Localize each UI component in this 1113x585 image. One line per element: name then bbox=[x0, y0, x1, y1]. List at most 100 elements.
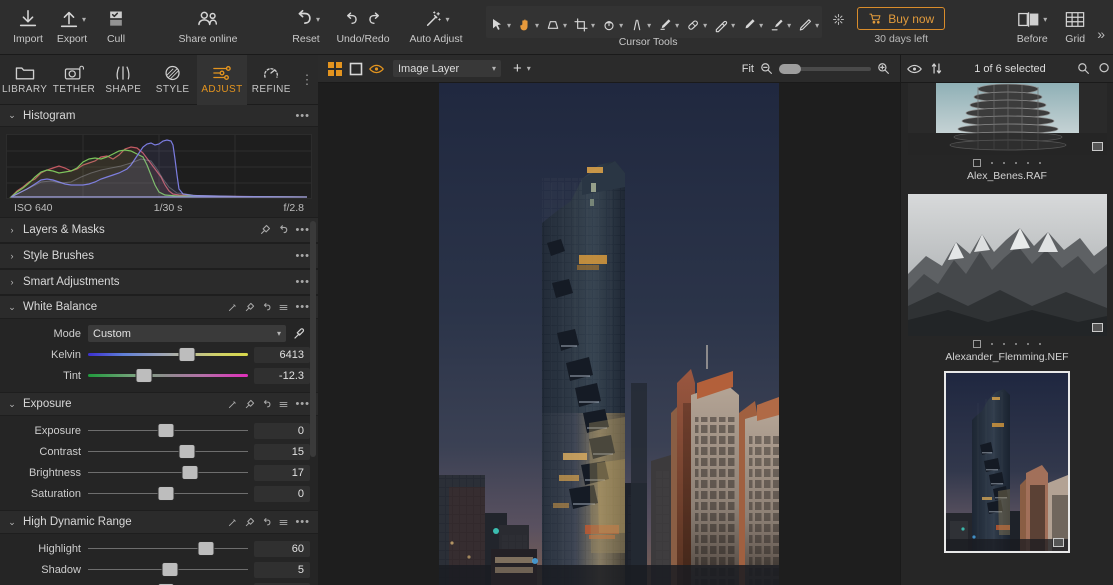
tab-tether[interactable]: TETHER bbox=[49, 55, 98, 105]
search-icon[interactable] bbox=[1077, 62, 1090, 75]
chevron-double-right-icon[interactable]: » bbox=[1093, 6, 1109, 61]
eyedropper-icon[interactable] bbox=[292, 327, 306, 341]
highlight-value[interactable]: 60 bbox=[254, 541, 310, 557]
crop-tool[interactable]: ▾ bbox=[570, 12, 598, 38]
kelvin-knob[interactable] bbox=[180, 348, 195, 361]
reset-button[interactable]: ▾ Reset bbox=[284, 6, 328, 45]
clone-tool[interactable]: ▾ bbox=[710, 12, 738, 38]
wand-icon[interactable] bbox=[227, 517, 238, 528]
tab-library[interactable]: LIBRARY bbox=[0, 55, 49, 105]
menu-icon[interactable] bbox=[278, 399, 289, 410]
wand-icon[interactable] bbox=[227, 399, 238, 410]
metadata-icon[interactable] bbox=[1053, 538, 1064, 547]
section-smart-adjustments[interactable]: › Smart Adjustments ••• bbox=[0, 269, 318, 295]
star-dot[interactable] bbox=[1015, 162, 1017, 164]
metadata-icon[interactable] bbox=[1092, 142, 1103, 151]
vertical-ellipsis-icon[interactable]: ⋮ bbox=[296, 72, 318, 88]
pin-icon[interactable] bbox=[259, 224, 271, 236]
chevron-down-icon[interactable]: ⌄ bbox=[6, 517, 18, 528]
ellipsis-icon[interactable]: ••• bbox=[295, 398, 310, 410]
shadow-knob[interactable] bbox=[162, 563, 177, 576]
keystone-tool[interactable]: ▾ bbox=[542, 12, 570, 38]
erase-mask-tool[interactable]: ▾ bbox=[766, 12, 794, 38]
tint-value[interactable]: -12.3 bbox=[254, 368, 310, 384]
chevron-down-icon[interactable]: ▾ bbox=[527, 64, 531, 73]
star-dot[interactable] bbox=[1015, 343, 1017, 345]
tab-shape[interactable]: SHAPE bbox=[99, 55, 148, 105]
chevron-down-icon[interactable]: ▾ bbox=[563, 21, 567, 30]
star-dot[interactable] bbox=[991, 343, 993, 345]
pan-tool[interactable]: ▾ bbox=[514, 12, 542, 38]
loupe-icon[interactable] bbox=[1098, 62, 1111, 75]
exposure-knob[interactable] bbox=[159, 424, 174, 437]
chevron-right-icon[interactable]: › bbox=[6, 225, 18, 235]
metadata-icon[interactable] bbox=[1092, 323, 1103, 332]
grid-view-icon[interactable] bbox=[326, 60, 343, 77]
draw-mask-tool[interactable]: ▾ bbox=[738, 12, 766, 38]
loupe-icon[interactable] bbox=[828, 6, 849, 32]
tab-adjust[interactable]: ADJUST bbox=[197, 55, 246, 105]
color-tag-checkbox[interactable] bbox=[973, 340, 981, 348]
reset-icon[interactable] bbox=[261, 399, 272, 410]
white-balance-header[interactable]: ⌄ White Balance ••• bbox=[0, 295, 318, 319]
grid-button[interactable]: Grid bbox=[1057, 6, 1093, 45]
star-dot[interactable] bbox=[1003, 343, 1005, 345]
rating-row[interactable] bbox=[973, 159, 1041, 167]
undo-redo-button[interactable]: Undo/Redo bbox=[328, 6, 398, 45]
tab-refine[interactable]: REFINE bbox=[247, 55, 296, 105]
exposure-value[interactable]: 0 bbox=[254, 423, 310, 439]
layer-select[interactable]: Image Layer ▾ bbox=[393, 60, 501, 77]
buy-now-button[interactable]: Buy now bbox=[857, 7, 945, 30]
chevron-down-icon[interactable]: ▾ bbox=[787, 21, 791, 30]
chevron-down-icon[interactable]: ▾ bbox=[731, 21, 735, 30]
heal-tool[interactable]: ▾ bbox=[682, 12, 710, 38]
thumbnail-list[interactable]: Alex_Benes.RAF bbox=[901, 83, 1113, 585]
cull-button[interactable]: Cull bbox=[94, 6, 138, 45]
reset-icon[interactable] bbox=[261, 517, 272, 528]
spot-removal-tool[interactable]: ▾ bbox=[654, 12, 682, 38]
star-dot[interactable] bbox=[1027, 343, 1029, 345]
chevron-right-icon[interactable]: › bbox=[6, 277, 18, 287]
wand-icon[interactable] bbox=[227, 302, 238, 313]
star-dot[interactable] bbox=[991, 162, 993, 164]
chevron-down-icon[interactable]: ▾ bbox=[535, 21, 539, 30]
star-dot[interactable] bbox=[1027, 162, 1029, 164]
white-balance-mode-select[interactable]: Custom ▾ bbox=[88, 325, 286, 342]
saturation-slider[interactable] bbox=[88, 486, 248, 502]
section-layers-masks[interactable]: › Layers & Masks ••• bbox=[0, 217, 318, 243]
chevron-down-icon[interactable]: ▾ bbox=[507, 21, 511, 30]
thumbnail-image[interactable] bbox=[946, 373, 1068, 551]
reset-icon[interactable] bbox=[261, 302, 272, 313]
chevron-down-icon[interactable]: ▾ bbox=[759, 21, 763, 30]
section-style-brushes[interactable]: › Style Brushes ••• bbox=[0, 243, 318, 269]
highlight-knob[interactable] bbox=[199, 542, 214, 555]
chevron-down-icon[interactable]: ▾ bbox=[445, 15, 449, 24]
shadow-slider[interactable] bbox=[88, 562, 248, 578]
saturation-value[interactable]: 0 bbox=[254, 486, 310, 502]
brightness-value[interactable]: 17 bbox=[254, 465, 310, 481]
ellipsis-icon[interactable]: ••• bbox=[295, 250, 310, 262]
straighten-tool[interactable]: ▾ bbox=[626, 12, 654, 38]
chevron-down-icon[interactable]: ▾ bbox=[647, 21, 651, 30]
star-dot[interactable] bbox=[1003, 162, 1005, 164]
chevron-down-icon[interactable]: ⌄ bbox=[6, 302, 18, 313]
brightness-knob[interactable] bbox=[183, 466, 198, 479]
list-item[interactable]: Alexander_Flemming.NEF bbox=[901, 194, 1113, 369]
pin-icon[interactable] bbox=[244, 517, 255, 528]
chevron-down-icon[interactable]: ▾ bbox=[1043, 15, 1047, 24]
star-dot[interactable] bbox=[1039, 343, 1041, 345]
shadow-value[interactable]: 5 bbox=[254, 562, 310, 578]
pin-icon[interactable] bbox=[244, 302, 255, 313]
gradient-mask-tool[interactable]: ▾ bbox=[794, 12, 822, 38]
zoom-in-icon[interactable] bbox=[877, 62, 890, 75]
chevron-right-icon[interactable]: › bbox=[6, 251, 18, 261]
chevron-down-icon[interactable]: ⌄ bbox=[6, 399, 18, 410]
color-tag-checkbox[interactable] bbox=[973, 159, 981, 167]
histogram-header[interactable]: ⌄ Histogram ••• bbox=[0, 105, 318, 127]
rating-row[interactable] bbox=[973, 340, 1041, 348]
brightness-slider[interactable] bbox=[88, 465, 248, 481]
hdr-header[interactable]: ⌄ High Dynamic Range ••• bbox=[0, 510, 318, 534]
auto-adjust-button[interactable]: ▾ Auto Adjust bbox=[398, 6, 474, 45]
chevron-down-icon[interactable]: ▾ bbox=[703, 21, 707, 30]
chevron-down-icon[interactable]: ▾ bbox=[619, 21, 623, 30]
